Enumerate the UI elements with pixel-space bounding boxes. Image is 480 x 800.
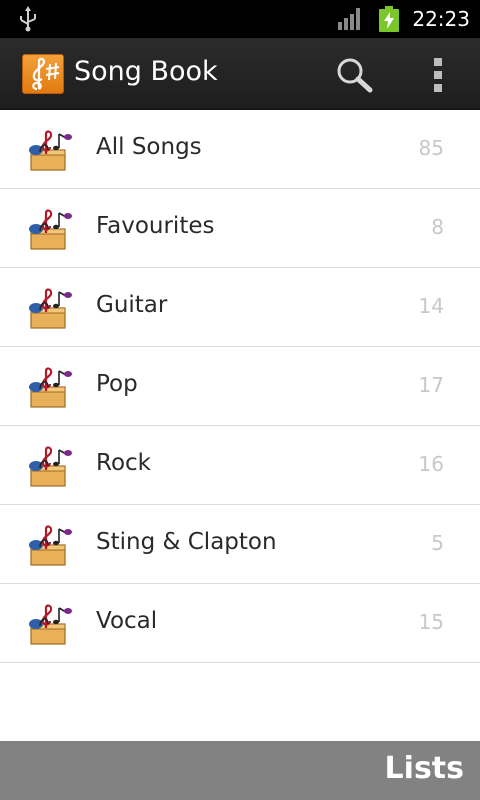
- overflow-menu-icon[interactable]: [426, 56, 450, 94]
- list-item-count: 14: [418, 294, 444, 318]
- search-icon[interactable]: [334, 56, 374, 94]
- list-item[interactable]: Vocal 15: [0, 584, 480, 663]
- song-list-folder-icon: [26, 365, 74, 409]
- list-item-label: Pop: [96, 371, 138, 397]
- song-lists: All Songs 85 Favourites 8 Guitar 14 Pop 17 R…: [0, 110, 480, 663]
- list-item[interactable]: Guitar 14: [0, 268, 480, 347]
- action-bar: Song Book: [0, 38, 480, 110]
- list-item-count: 5: [431, 531, 444, 555]
- list-item-count: 85: [418, 136, 444, 160]
- signal-icon: [338, 8, 360, 30]
- status-bar: 22:23: [0, 0, 480, 38]
- song-list-folder-icon: [26, 128, 74, 172]
- list-item[interactable]: Favourites 8: [0, 189, 480, 268]
- list-item-count: 16: [418, 452, 444, 476]
- app-title: Song Book: [74, 56, 218, 87]
- song-list-folder-icon: [26, 207, 74, 251]
- list-item-label: Favourites: [96, 213, 215, 239]
- bottom-bar-title[interactable]: Lists: [385, 751, 464, 786]
- battery-charging-icon: [379, 6, 399, 32]
- clock: 22:23: [412, 7, 470, 31]
- list-item-label: Sting & Clapton: [96, 529, 277, 555]
- song-list-folder-icon: [26, 602, 74, 646]
- bottom-bar: Lists: [0, 741, 480, 800]
- list-item-label: Rock: [96, 450, 151, 476]
- list-item-count: 17: [418, 373, 444, 397]
- list-item[interactable]: Rock 16: [0, 426, 480, 505]
- song-list-folder-icon: [26, 444, 74, 488]
- treble-clef-sharp-icon[interactable]: [22, 54, 64, 94]
- list-item[interactable]: Sting & Clapton 5: [0, 505, 480, 584]
- song-list-folder-icon: [26, 523, 74, 567]
- list-item-label: All Songs: [96, 134, 202, 160]
- list-item[interactable]: Pop 17: [0, 347, 480, 426]
- song-list-folder-icon: [26, 286, 74, 330]
- list-item-label: Guitar: [96, 292, 168, 318]
- list-item-count: 8: [431, 215, 444, 239]
- list-item-count: 15: [418, 610, 444, 634]
- list-item-label: Vocal: [96, 608, 158, 634]
- list-item[interactable]: All Songs 85: [0, 110, 480, 189]
- usb-icon: [20, 6, 36, 32]
